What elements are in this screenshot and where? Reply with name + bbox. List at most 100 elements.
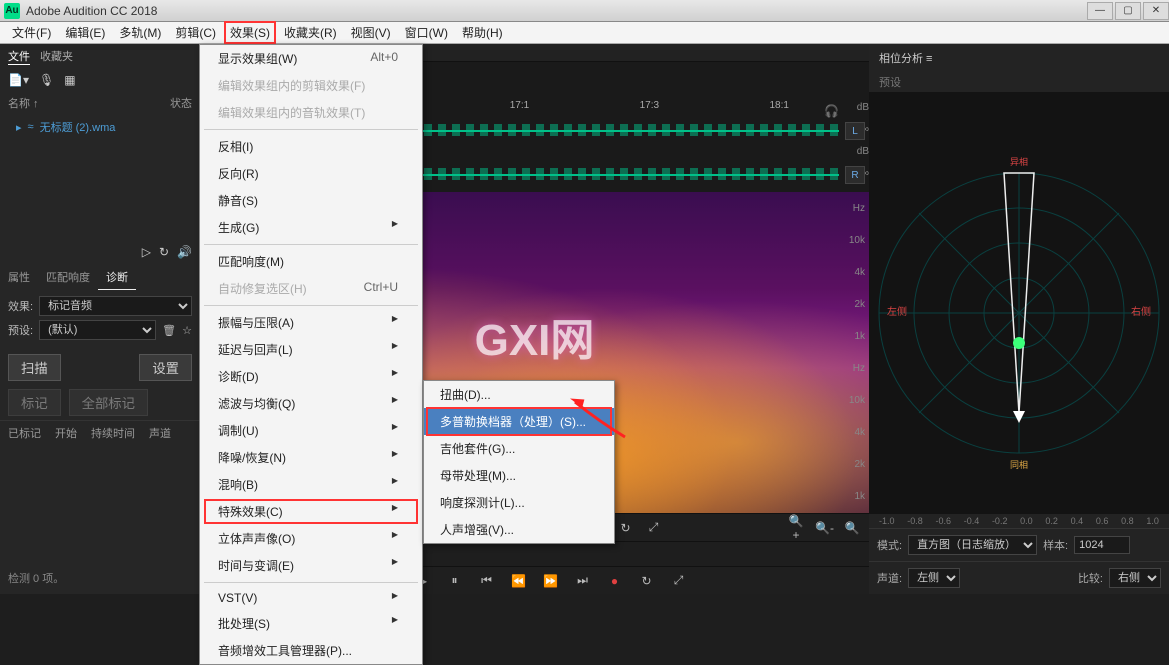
menu-item[interactable]: 静音(S)	[200, 187, 422, 214]
delete-icon[interactable]: 🗑	[162, 324, 176, 337]
loop-icon[interactable]: ↻	[617, 521, 635, 535]
menu-item: 自动修复选区(H)Ctrl+U	[200, 275, 422, 302]
menu-item[interactable]: 降噪/恢复(N)▶	[200, 444, 422, 471]
menu-item[interactable]: 振幅与压限(A)▶	[200, 309, 422, 336]
minimize-button[interactable]: —	[1087, 2, 1113, 20]
sample-input[interactable]	[1074, 536, 1130, 554]
play-icon[interactable]: ▷	[142, 245, 151, 259]
pause-icon[interactable]: ⏸	[446, 573, 464, 588]
menu-clip[interactable]: 剪辑(C)	[169, 21, 222, 44]
record-icon[interactable]: ●	[606, 574, 624, 588]
menu-bar[interactable]: 文件(F) 编辑(E) 多轨(M) 剪辑(C) 效果(S) 收藏夹(R) 视图(…	[0, 22, 1169, 44]
col-duration: 持续时间	[91, 425, 135, 441]
col-start: 开始	[55, 425, 77, 441]
col-status[interactable]: 状态	[170, 95, 192, 111]
menu-window[interactable]: 窗口(W)	[399, 21, 454, 44]
file-item[interactable]: ▸ ≈ 无标题 (2).wma	[0, 115, 200, 139]
rewind-icon[interactable]: ⏪	[510, 574, 528, 588]
phase-scope[interactable]: 异相 左侧 右侧 同相	[869, 92, 1169, 514]
menu-item[interactable]: 立体声声像(O)▶	[200, 525, 422, 552]
close-button[interactable]: ✕	[1143, 2, 1169, 20]
preset-label: 预设:	[8, 322, 33, 338]
submenu-item[interactable]: 母带处理(M)...	[424, 462, 614, 489]
menu-file[interactable]: 文件(F)	[6, 21, 57, 44]
menu-item[interactable]: 音频增效工具管理器(P)...	[200, 637, 422, 664]
phase-panel: 相位分析 ≡ 预设 异相 左侧 右侧 同相 -1.0-0.8	[869, 44, 1169, 594]
menu-favorites[interactable]: 收藏夹(R)	[278, 21, 343, 44]
svg-text:同相: 同相	[1010, 459, 1028, 470]
col-channel: 声道	[149, 425, 171, 441]
mode-select[interactable]: 直方图（日志缩放）	[908, 535, 1037, 555]
phase-preview-label: 预设	[869, 72, 1169, 92]
menu-item[interactable]: 滤波与均衡(Q)▶	[200, 390, 422, 417]
menu-edit[interactable]: 编辑(E)	[59, 21, 111, 44]
loop-icon[interactable]: ↻	[159, 245, 169, 259]
menu-effects[interactable]: 效果(S)	[224, 21, 276, 44]
settings-button[interactable]: 设置	[139, 354, 192, 381]
skip-start-icon[interactable]: ⏮	[478, 573, 496, 588]
skip-selection-icon[interactable]: ⤢	[670, 573, 688, 588]
col-name[interactable]: 名称 ↑	[8, 95, 39, 111]
menu-multitrack[interactable]: 多轨(M)	[113, 21, 167, 44]
menu-item[interactable]: 显示效果组(W)Alt+0	[200, 45, 422, 72]
menu-item[interactable]: 混响(B)▶	[200, 471, 422, 498]
menu-item[interactable]: 匹配响度(M)	[200, 248, 422, 275]
effect-select[interactable]: 标记音频	[39, 296, 192, 316]
tab-files[interactable]: 文件	[8, 48, 30, 65]
hz-scale: Hz 10k 4k 2k 1k Hz 10k 4k 2k 1k	[833, 192, 865, 513]
effect-label: 效果:	[8, 298, 33, 314]
tab-properties[interactable]: 属性	[0, 265, 38, 290]
diagnostic-status: 检测 0 项。	[0, 562, 200, 594]
effects-dropdown[interactable]: 显示效果组(W)Alt+0编辑效果组内的剪辑效果(F)编辑效果组内的音轨效果(T…	[199, 44, 423, 665]
scan-button[interactable]: 扫描	[8, 354, 61, 381]
submenu-item[interactable]: 响度探测计(L)...	[424, 489, 614, 516]
zoom-full-icon[interactable]: 🔍	[843, 521, 861, 535]
loop-icon[interactable]: ↻	[638, 574, 656, 588]
channel-select[interactable]: 左侧	[908, 568, 960, 588]
headphones-icon[interactable]: 🎧	[824, 104, 839, 118]
star-icon[interactable]: ☆	[182, 324, 192, 337]
skip-selection-icon[interactable]: ⤢	[645, 520, 663, 535]
menu-item[interactable]: VST(V)▶	[200, 586, 422, 610]
zoom-out-icon[interactable]: 🔍-	[815, 521, 833, 535]
chevron-right-icon: ▸	[16, 121, 22, 134]
menu-item[interactable]: 特殊效果(C)▶	[200, 498, 422, 525]
compare-select[interactable]: 右侧	[1109, 568, 1161, 588]
watermark: GXI网	[475, 304, 595, 368]
volume-icon[interactable]: 🔊	[177, 245, 192, 259]
window-title-bar: Au Adobe Audition CC 2018 — ▢ ✕	[0, 0, 1169, 22]
menu-item[interactable]: 批处理(S)▶	[200, 610, 422, 637]
mark-button: 标记	[8, 389, 61, 416]
menu-item[interactable]: 诊断(D)▶	[200, 363, 422, 390]
preset-select[interactable]: (默认)	[39, 320, 156, 340]
mark-all-button: 全部标记	[69, 389, 148, 416]
waveform-icon: ≈	[28, 121, 34, 133]
menu-item: 编辑效果组内的剪辑效果(F)	[200, 72, 422, 99]
multitrack-icon[interactable]: ▦	[64, 73, 75, 87]
menu-item[interactable]: 生成(G)▶	[200, 214, 422, 241]
menu-item[interactable]: 反向(R)	[200, 160, 422, 187]
annotation-arrow	[570, 402, 630, 442]
forward-icon[interactable]: ⏩	[542, 574, 560, 588]
submenu-item[interactable]: 人声增强(V)...	[424, 516, 614, 543]
menu-help[interactable]: 帮助(H)	[456, 21, 509, 44]
compare-label: 比较:	[1078, 570, 1103, 586]
col-marked: 已标记	[8, 425, 41, 441]
menu-item[interactable]: 时间与变调(E)▶	[200, 552, 422, 579]
tab-favorites[interactable]: 收藏夹	[40, 48, 73, 65]
channel-label: 声道:	[877, 570, 902, 586]
skip-end-icon[interactable]: ⏭	[574, 573, 592, 588]
channel-r-indicator: R	[845, 166, 865, 184]
tab-match-loudness[interactable]: 匹配响度	[38, 265, 98, 290]
menu-view[interactable]: 视图(V)	[345, 21, 397, 44]
record-icon[interactable]: 🎙	[39, 73, 54, 87]
tab-diagnostics[interactable]: 诊断	[98, 265, 136, 290]
maximize-button[interactable]: ▢	[1115, 2, 1141, 20]
svg-text:左侧: 左侧	[887, 305, 907, 318]
zoom-in-icon[interactable]: 🔍+	[787, 514, 805, 542]
menu-item[interactable]: 调制(U)▶	[200, 417, 422, 444]
app-icon: Au	[4, 3, 20, 19]
open-icon[interactable]: 📄▾	[8, 73, 29, 87]
menu-item[interactable]: 反相(I)	[200, 133, 422, 160]
menu-item[interactable]: 延迟与回声(L)▶	[200, 336, 422, 363]
